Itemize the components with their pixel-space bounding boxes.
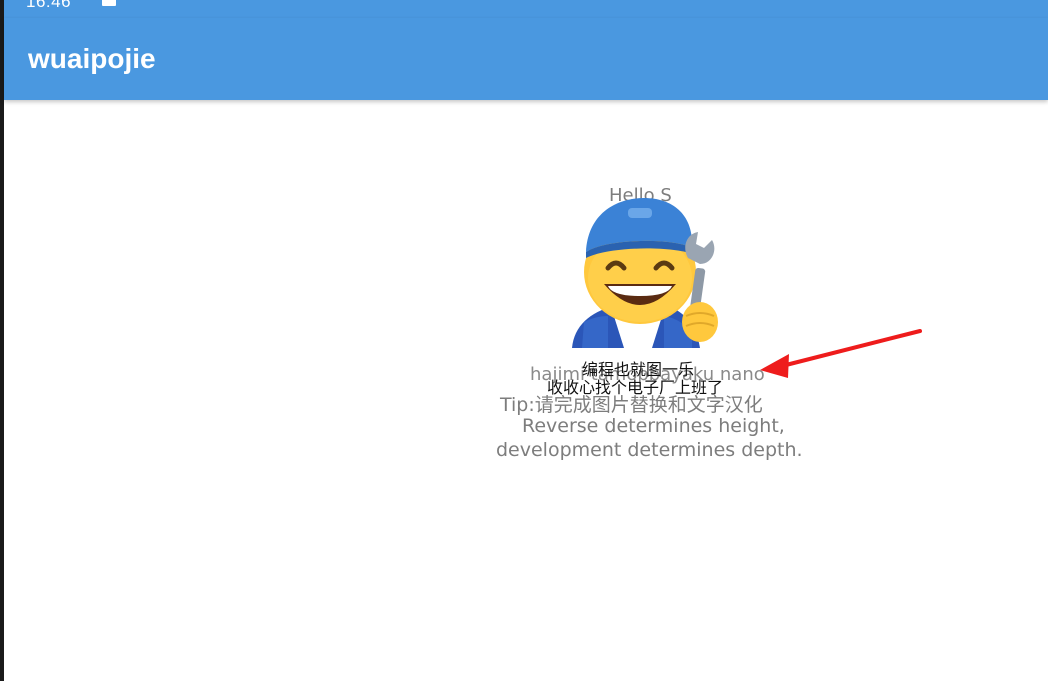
tip-text: Tip:请完成图片替换和文字汉化 [500, 394, 763, 416]
status-time: 16:46 [26, 0, 72, 11]
app-title: wuaipojie [28, 43, 156, 74]
image-notification-icon [102, 0, 116, 6]
motto-line-2: development determines depth. [496, 439, 803, 461]
status-bar: 16:46 [4, 0, 1048, 18]
main-content: Hello S hajimi tamopbayaku nano 编程也就图一乐 … [4, 100, 1048, 681]
motto-line-1: Reverse determines height, [522, 415, 785, 437]
mechanic-emoji-icon [564, 198, 736, 348]
app-bar: wuaipojie [4, 18, 1048, 100]
